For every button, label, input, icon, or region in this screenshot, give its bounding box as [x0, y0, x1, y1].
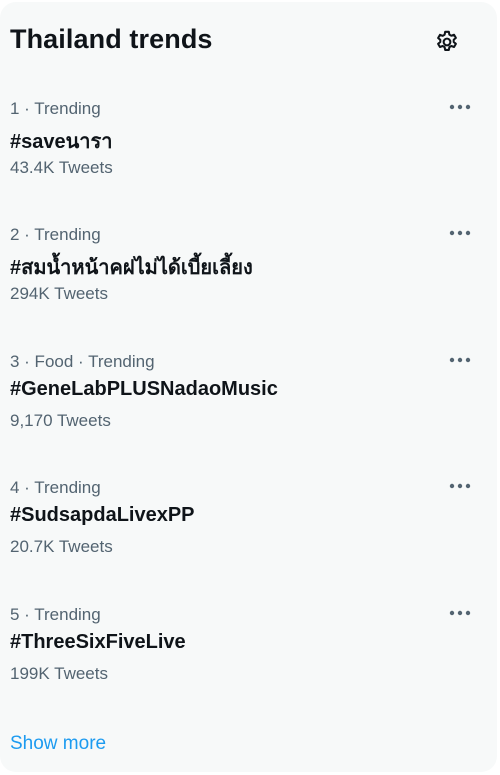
trend-tweet-count: 9,170 Tweets [10, 411, 111, 430]
more-options-button[interactable] [444, 601, 476, 625]
trend-name: #GeneLabPLUSNadaoMusic [10, 378, 278, 400]
more-options-icon [449, 104, 471, 110]
trend-meta: 3 · Food · Trending [10, 352, 155, 371]
gear-icon [437, 30, 457, 51]
trend-item[interactable]: 5 · Trending #ThreeSixFiveLive 199K Twee… [0, 605, 497, 731]
more-options-button[interactable] [444, 348, 476, 372]
trend-tweet-count: 199K Tweets [10, 664, 108, 683]
more-options-button[interactable] [444, 474, 476, 498]
more-options-icon [449, 610, 471, 616]
trend-meta: 4 · Trending [10, 478, 101, 497]
more-options-icon [449, 230, 471, 236]
trend-name: #สมน้ำหน้าคฝไม่ได้เบี้ยเลี้ยง [10, 257, 253, 279]
trend-meta: 1 · Trending [10, 99, 101, 118]
trends-title: Thailand trends [10, 24, 213, 54]
trend-tweet-count: 43.4K Tweets [10, 158, 113, 177]
trend-tweet-count: 20.7K Tweets [10, 537, 113, 556]
trend-meta: 2 · Trending [10, 225, 101, 244]
trends-panel: Thailand trends 1 · Trending #saveนารา 4… [0, 2, 497, 772]
trend-name: #saveนารา [10, 131, 113, 153]
trend-tweet-count: 294K Tweets [10, 284, 108, 303]
more-options-icon [449, 483, 471, 489]
show-more-link[interactable]: Show more [10, 733, 106, 755]
trend-name: #SudsapdaLivexPP [10, 504, 195, 526]
trends-header: Thailand trends [0, 2, 497, 82]
more-options-button[interactable] [444, 221, 476, 245]
more-options-icon [449, 357, 471, 363]
trend-item[interactable]: 3 · Food · Trending #GeneLabPLUSNadaoMus… [0, 352, 497, 478]
settings-button[interactable] [431, 26, 463, 58]
trend-item[interactable]: 2 · Trending #สมน้ำหน้าคฝไม่ได้เบี้ยเลี้… [0, 225, 497, 351]
trend-item[interactable]: 1 · Trending #saveนารา 43.4K Tweets [0, 99, 497, 225]
trend-item[interactable]: 4 · Trending #SudsapdaLivexPP 20.7K Twee… [0, 478, 497, 604]
trend-name: #ThreeSixFiveLive [10, 631, 186, 653]
more-options-button[interactable] [444, 95, 476, 119]
trend-meta: 5 · Trending [10, 605, 101, 624]
